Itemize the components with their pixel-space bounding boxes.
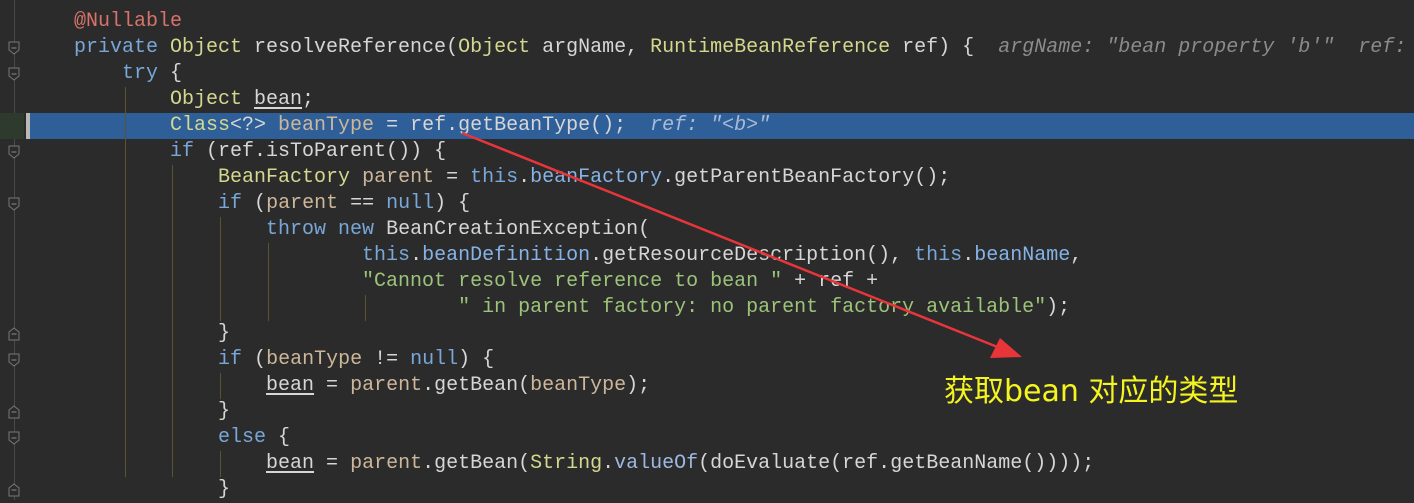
arrow-line: [461, 131, 1001, 350]
arrow-head-icon: [990, 338, 1022, 358]
annotation-arrow: [461, 131, 1022, 358]
annotation-label: 获取bean 对应的类型: [944, 374, 1239, 409]
